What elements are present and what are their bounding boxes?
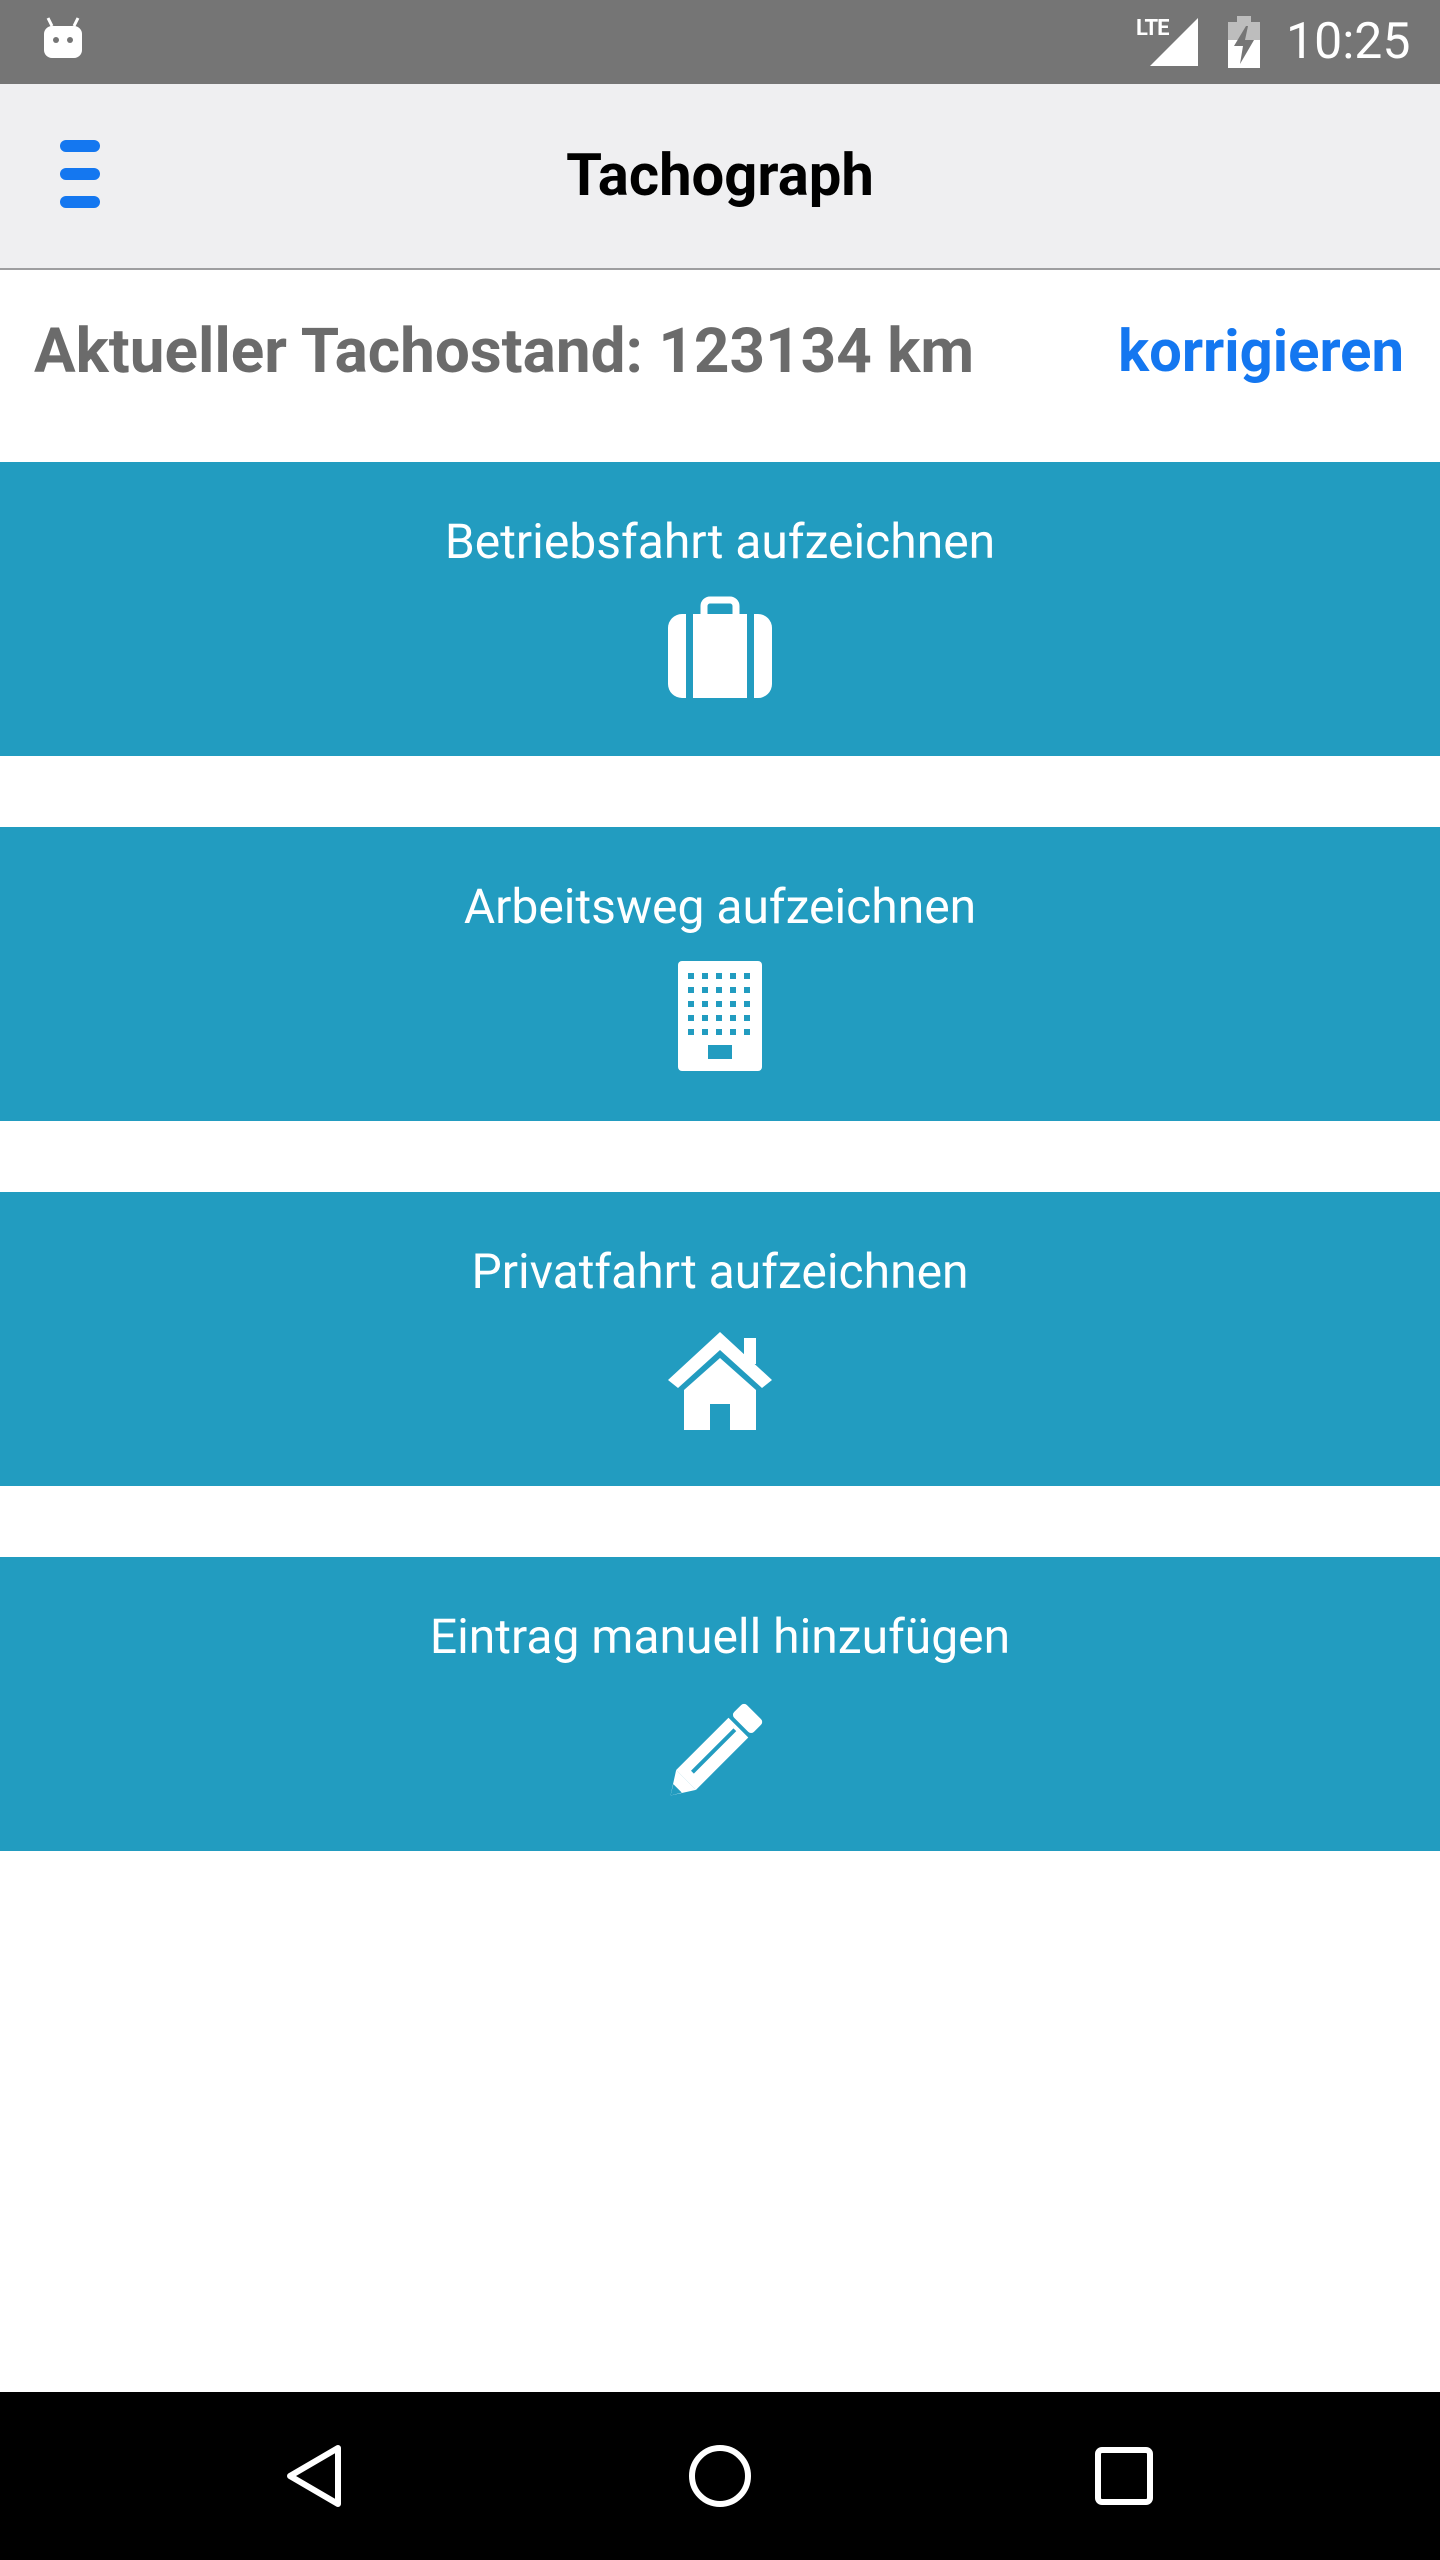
android-notification-icon [44,17,82,58]
menu-button[interactable] [52,134,112,214]
back-icon[interactable] [276,2436,356,2516]
action-label: Privatfahrt aufzeichnen [471,1243,969,1300]
home-icon [668,1332,772,1430]
battery-charging-icon [1228,16,1260,68]
menu-icon-bar [60,168,100,180]
record-business-trip-button[interactable]: Betriebsfahrt aufzeichnen [0,462,1440,756]
menu-icon-bar [60,196,100,208]
record-commute-button[interactable]: Arbeitsweg aufzeichnen [0,827,1440,1121]
recents-icon[interactable] [1084,2436,1164,2516]
status-bar: LTE 10:25 [0,0,1440,84]
odometer-row: Aktueller Tachostand: 123134 km korrigie… [0,270,1440,462]
app-bar: Tachograph [0,84,1440,270]
action-label: Eintrag manuell hinzufügen [429,1608,1011,1665]
odometer-reading: Aktueller Tachostand: 123134 km [34,315,975,388]
record-private-trip-button[interactable]: Privatfahrt aufzeichnen [0,1192,1440,1486]
add-manual-entry-button[interactable]: Eintrag manuell hinzufügen [0,1557,1440,1851]
page-title: Tachograph [566,142,874,210]
action-label: Arbeitsweg aufzeichnen [463,878,977,935]
office-building-icon [678,961,762,1071]
action-label: Betriebsfahrt aufzeichnen [444,513,996,570]
correct-odometer-link[interactable]: korrigieren [1118,270,1404,434]
home-circle-icon[interactable] [680,2436,760,2516]
briefcase-icon [668,596,772,698]
status-time: 10:25 [1286,13,1411,71]
pencil-icon [670,1703,763,1796]
system-navigation-bar [0,2392,1440,2560]
signal-icon [1150,18,1198,66]
menu-icon [60,140,100,152]
